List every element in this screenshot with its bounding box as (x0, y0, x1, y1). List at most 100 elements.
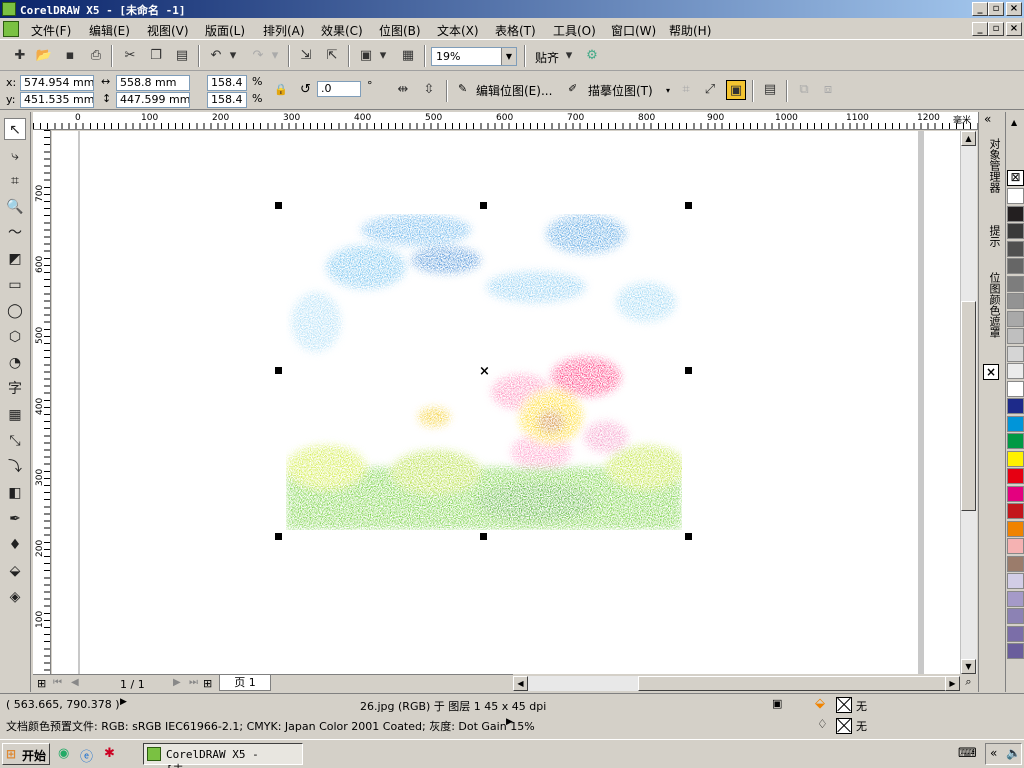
dimension-tool-icon[interactable]: ⤡ (4, 430, 26, 452)
browser-quicklaunch-icon[interactable]: ◉ (58, 746, 69, 761)
outline-pen-tool-icon[interactable]: ♦ (4, 534, 26, 556)
palette-swatch[interactable] (1007, 310, 1024, 327)
mirror-horizontal-icon[interactable]: ⇹ (393, 80, 413, 100)
menu-window[interactable]: 窗口(W) (611, 22, 656, 39)
height-field[interactable]: 447.599 mm (116, 92, 190, 108)
scroll-left-icon[interactable]: ◀ (513, 676, 528, 691)
zoom-dropdown-icon[interactable]: ▼ (501, 48, 516, 65)
palette-swatch[interactable] (1007, 363, 1024, 379)
menu-text[interactable]: 文本(X) (437, 22, 479, 39)
bitmap-color-mask-icon[interactable]: ▣ (726, 80, 746, 100)
table-tool-icon[interactable]: ▦ (4, 404, 26, 426)
zoom-level-select[interactable]: 19% ▼ (431, 47, 517, 66)
ellipse-tool-icon[interactable]: ◯ (4, 300, 26, 322)
scale-height-field[interactable]: 158.4 (207, 92, 247, 108)
page-tab[interactable]: 页 1 (219, 675, 271, 691)
app-quicklaunch-icon[interactable]: ✱ (104, 746, 115, 761)
color-profile-info[interactable]: 文档颜色预置文件: RGB: sRGB IEC61966-2.1; CMYK: … (6, 718, 535, 734)
edit-bitmap-button[interactable]: 编辑位图(E)... (476, 82, 552, 99)
export-icon[interactable]: ⇱ (322, 46, 342, 66)
redo-icon[interactable]: ↷ (248, 46, 268, 66)
scroll-up-icon[interactable]: ▲ (961, 131, 976, 146)
no-color-swatch[interactable]: ⊠ (1007, 170, 1024, 186)
maximize-button[interactable]: ▫ (988, 2, 1004, 16)
cut-icon[interactable]: ✂ (120, 46, 140, 66)
interactive-fill-tool-icon[interactable]: ◈ (4, 586, 26, 608)
rotation-angle-field[interactable]: .0 (317, 81, 361, 97)
horizontal-scrollbar[interactable]: ◀ ▶ (513, 676, 960, 691)
center-marker-icon[interactable]: × (479, 364, 490, 379)
palette-swatch[interactable] (1007, 468, 1024, 484)
add-page-after-icon[interactable]: ⊞ (203, 677, 212, 690)
open-folder-icon[interactable]: 📂 (34, 46, 54, 66)
launcher-dropdown-icon[interactable]: ▾ (378, 46, 388, 66)
resize-handle-tl[interactable] (275, 202, 282, 209)
status-expand-icon[interactable]: ▶ (120, 697, 127, 707)
to-back-icon[interactable]: ⧈ (818, 80, 838, 100)
resize-handle-tr[interactable] (685, 202, 692, 209)
menu-edit[interactable]: 编辑(E) (89, 22, 130, 39)
volume-icon[interactable]: 🔈 (1006, 746, 1021, 760)
redo-dropdown-icon[interactable]: ▾ (270, 46, 280, 66)
navigator-icon[interactable]: ⌕ (960, 675, 977, 691)
collapse-docker-icon[interactable]: « (984, 112, 991, 126)
palette-swatch[interactable] (1007, 643, 1024, 659)
next-page-icon[interactable]: ▶ (173, 677, 181, 688)
menu-arrange[interactable]: 排列(A) (263, 22, 305, 39)
width-field[interactable]: 558.8 mm (116, 75, 190, 91)
mirror-vertical-icon[interactable]: ⇳ (419, 80, 439, 100)
palette-scroll-up-icon[interactable]: ▲ (1011, 118, 1017, 127)
menu-effects[interactable]: 效果(C) (321, 22, 363, 39)
freehand-tool-icon[interactable]: 〜 (4, 222, 26, 244)
save-icon[interactable]: ▪ (60, 46, 80, 66)
print-icon[interactable]: ⎙ (86, 46, 106, 66)
docker-tab-object-manager[interactable]: 对象管理器 (982, 138, 1002, 193)
taskbar-coreldraw-item[interactable]: CorelDRAW X5 - [未... (143, 743, 303, 768)
polygon-tool-icon[interactable]: ⬡ (4, 326, 26, 348)
menu-tools[interactable]: 工具(O) (553, 22, 596, 39)
palette-swatch[interactable] (1007, 275, 1024, 292)
paste-icon[interactable]: ▤ (172, 46, 192, 66)
palette-swatch[interactable] (1007, 503, 1024, 519)
resize-handle-bc[interactable] (480, 533, 487, 540)
copy-icon[interactable]: ❐ (146, 46, 166, 66)
to-front-icon[interactable]: ⧉ (794, 80, 814, 100)
smart-fill-tool-icon[interactable]: ◩ (4, 248, 26, 270)
menu-file[interactable]: 文件(F) (31, 22, 71, 39)
menu-bitmaps[interactable]: 位图(B) (379, 22, 421, 39)
vertical-scrollbar[interactable]: ▲ ▼ (960, 131, 977, 674)
document-icon[interactable] (3, 21, 19, 37)
palette-swatch[interactable] (1007, 538, 1024, 554)
palette-swatch[interactable] (1007, 608, 1024, 624)
palette-swatch[interactable] (1007, 520, 1024, 537)
minimize-button[interactable]: _ (972, 2, 988, 16)
horizontal-ruler[interactable]: 0 100 200 300 400 500 600 700 800 900 10… (33, 112, 978, 130)
welcome-screen-icon[interactable]: ▦ (398, 46, 418, 66)
pick-tool-icon[interactable]: ↖ (4, 118, 26, 140)
new-document-icon[interactable]: ✚ (10, 46, 30, 66)
snap-dropdown-icon[interactable]: ▾ (564, 46, 574, 66)
docker-tab-bitmap-color-mask[interactable]: 位图颜色遮罩 (982, 272, 1002, 338)
rectangle-tool-icon[interactable]: ▭ (4, 274, 26, 296)
first-page-icon[interactable]: ⏮ (53, 677, 62, 688)
connector-tool-icon[interactable]: ⤵ (4, 456, 26, 478)
palette-swatch[interactable] (1007, 625, 1024, 642)
doc-minimize-button[interactable]: _ (972, 22, 988, 36)
resize-handle-ml[interactable] (275, 367, 282, 374)
palette-swatch[interactable] (1007, 555, 1024, 572)
fill-none-swatch[interactable] (836, 697, 852, 713)
palette-swatch[interactable] (1007, 590, 1024, 607)
trace-bitmap-button[interactable]: 描摹位图(T) (588, 82, 653, 99)
resize-handle-br[interactable] (685, 533, 692, 540)
palette-swatch[interactable] (1007, 205, 1024, 222)
docker-tab-hints[interactable]: 提示 (982, 225, 1002, 247)
doc-close-button[interactable]: × (1006, 22, 1022, 36)
palette-swatch[interactable] (1007, 450, 1024, 467)
docker-close-icon[interactable]: × (983, 364, 999, 380)
palette-swatch[interactable] (1007, 573, 1024, 589)
palette-swatch[interactable] (1007, 415, 1024, 432)
profile-expand-icon[interactable]: ▶ (506, 717, 513, 727)
y-position-field[interactable]: 451.535 mm (20, 92, 94, 108)
import-icon[interactable]: ⇲ (296, 46, 316, 66)
palette-swatch[interactable] (1007, 240, 1024, 257)
